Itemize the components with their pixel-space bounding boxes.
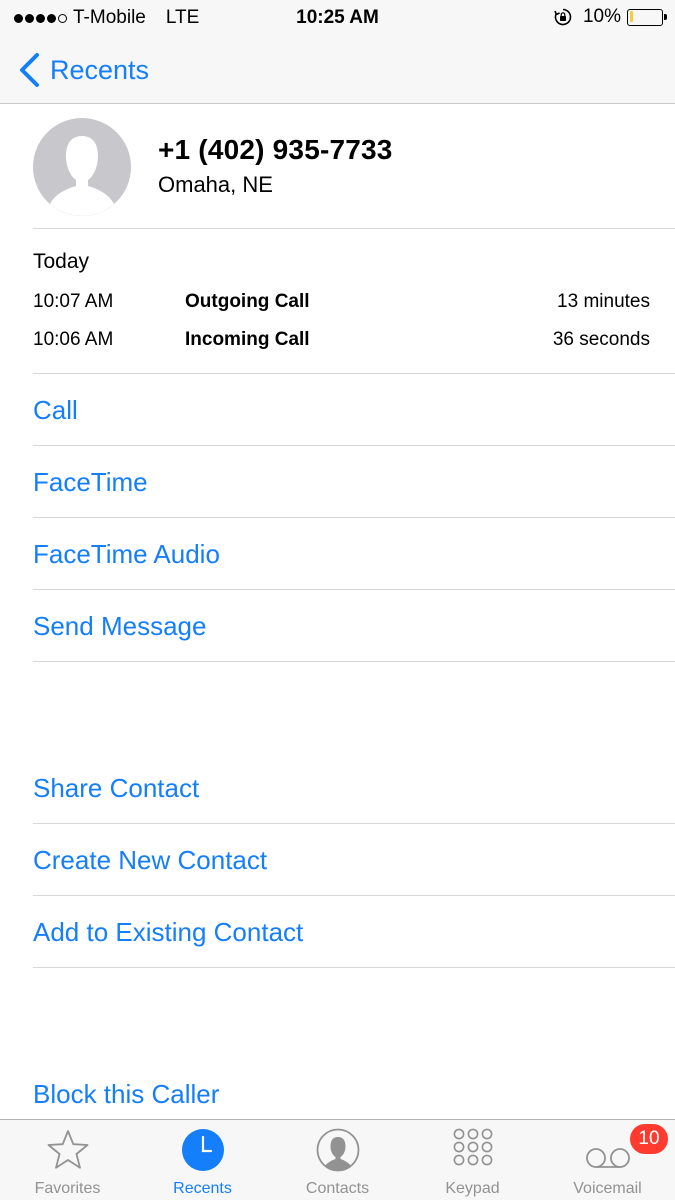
navigation-bar: Recents: [0, 36, 675, 104]
status-right: 10%: [553, 6, 667, 28]
call-log-entry: 10:07 AM Outgoing Call 13 minutes: [33, 291, 650, 317]
divider: [33, 228, 675, 229]
call-log-day: Today: [33, 250, 90, 273]
contact-header: +1 (402) 935-7733 Omaha, NE: [0, 104, 675, 229]
tab-favorites[interactable]: Favorites: [0, 1120, 135, 1200]
call-duration: 36 seconds: [552, 329, 650, 350]
star-icon: [47, 1130, 89, 1169]
tab-label: Contacts: [305, 1180, 370, 1197]
tab-label: Keypad: [445, 1180, 500, 1197]
voicemail-badge: 10: [630, 1124, 668, 1154]
call-time: 10:06 AM: [33, 329, 114, 350]
call-button[interactable]: Call: [33, 395, 78, 426]
battery-level: [629, 11, 633, 22]
divider: [33, 517, 675, 518]
tab-label: Favorites: [34, 1180, 101, 1197]
call-type: Incoming Call: [185, 329, 310, 350]
contact-icon: [316, 1128, 360, 1172]
create-new-contact-button[interactable]: Create New Contact: [33, 845, 267, 876]
battery-icon: [627, 8, 667, 26]
voicemail-icon: [586, 1148, 630, 1168]
contact-phone-number: +1 (402) 935-7733: [158, 134, 393, 165]
clock-icon: [182, 1129, 224, 1171]
tab-bar: Favorites Recents Contacts Keypad 10 Voi…: [0, 1119, 675, 1200]
tab-label: Voicemail: [573, 1180, 642, 1197]
divider: [33, 373, 675, 374]
call-log-entry: 10:06 AM Incoming Call 36 seconds: [33, 329, 650, 355]
status-bar: T-Mobile LTE 10:25 AM 10%: [0, 0, 675, 36]
divider: [33, 895, 675, 896]
divider: [33, 445, 675, 446]
divider: [33, 823, 675, 824]
call-duration: 13 minutes: [557, 291, 650, 312]
tab-voicemail[interactable]: 10 Voicemail: [540, 1120, 675, 1200]
contact-location: Omaha, NE: [158, 172, 273, 197]
back-button-label: Recents: [50, 54, 150, 85]
facetime-button[interactable]: FaceTime: [33, 467, 148, 498]
rotation-lock-icon: [554, 8, 572, 26]
tab-label: Recents: [173, 1180, 232, 1197]
battery-percentage: 10%: [582, 6, 621, 27]
divider: [33, 967, 675, 968]
person-silhouette-icon: [50, 136, 114, 216]
divider: [33, 589, 675, 590]
back-button[interactable]: Recents: [18, 52, 149, 88]
tab-keypad[interactable]: Keypad: [405, 1120, 540, 1200]
add-to-existing-contact-button[interactable]: Add to Existing Contact: [33, 917, 303, 948]
tab-recents[interactable]: Recents: [135, 1120, 270, 1200]
share-contact-button[interactable]: Share Contact: [33, 773, 199, 804]
facetime-audio-button[interactable]: FaceTime Audio: [33, 539, 220, 570]
block-caller-button[interactable]: Block this Caller: [33, 1079, 219, 1110]
keypad-icon: [453, 1128, 493, 1166]
call-type: Outgoing Call: [185, 291, 310, 312]
tab-contacts[interactable]: Contacts: [270, 1120, 405, 1200]
call-time: 10:07 AM: [33, 291, 114, 312]
divider: [33, 661, 675, 662]
chevron-left-icon: [20, 53, 39, 87]
avatar: [33, 118, 131, 216]
send-message-button[interactable]: Send Message: [33, 611, 206, 642]
